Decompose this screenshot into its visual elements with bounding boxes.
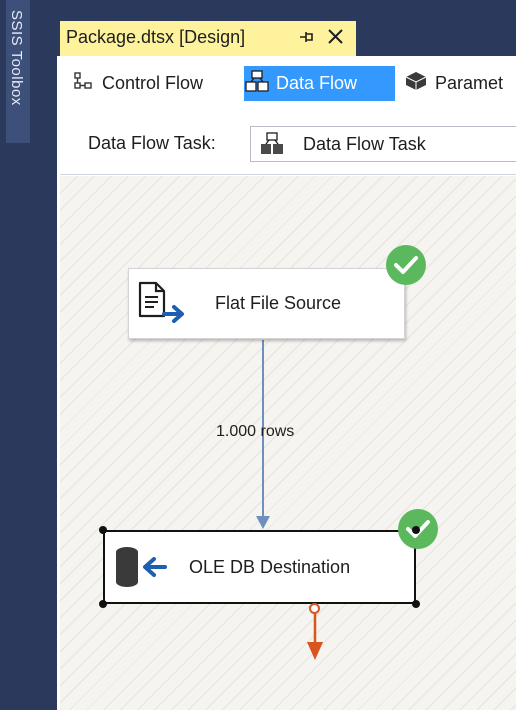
ole-db-destination-label: OLE DB Destination bbox=[189, 557, 351, 577]
flat-file-source-icon bbox=[136, 280, 194, 330]
resize-handle-top-right[interactable] bbox=[412, 526, 420, 534]
resize-handle-bottom-right[interactable] bbox=[412, 600, 420, 608]
source-success-icon bbox=[386, 245, 426, 285]
ole-db-destination-icon bbox=[113, 545, 171, 591]
data-path-row-count: 1.000 rows bbox=[216, 423, 295, 440]
error-output-port[interactable] bbox=[309, 603, 320, 614]
resize-handle-bottom-left[interactable] bbox=[99, 600, 107, 608]
resize-handle-top-left[interactable] bbox=[99, 526, 107, 534]
flat-file-source-label: Flat File Source bbox=[215, 293, 342, 313]
